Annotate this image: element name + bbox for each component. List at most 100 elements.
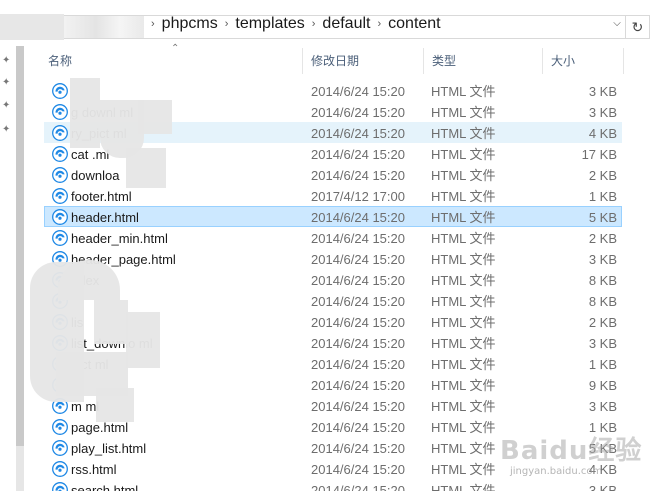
column-header: ⌃ 名称 修改日期 类型 大小 — [40, 43, 630, 74]
chevron-right-icon[interactable]: › — [148, 18, 158, 30]
column-name[interactable]: 名称 — [40, 48, 302, 74]
html-file-icon — [52, 419, 68, 435]
file-name[interactable]: header_min.html — [71, 228, 168, 249]
privacy-blur — [126, 312, 160, 368]
file-size: 5 KB — [588, 210, 617, 225]
file-name[interactable]: downloa — [71, 165, 119, 186]
file-size: 3 KB — [588, 399, 617, 414]
file-date: 2014/6/24 15:20 — [311, 273, 405, 288]
file-type: HTML 文件 — [431, 294, 496, 309]
file-date: 2014/6/24 15:20 — [311, 168, 405, 183]
explorer-window: › phpcms › templates › default › content… — [0, 0, 653, 491]
column-divider[interactable] — [623, 48, 624, 74]
file-date: 2014/6/24 15:20 — [311, 210, 405, 225]
address-blurred-segment — [64, 16, 144, 38]
refresh-icon[interactable]: ↻ — [626, 15, 650, 39]
pin-icon[interactable]: ✦ — [2, 78, 12, 88]
privacy-blur — [94, 300, 128, 344]
file-type: HTML 文件 — [431, 147, 496, 162]
column-type[interactable]: 类型 — [424, 48, 542, 74]
file-type: HTML 文件 — [431, 357, 496, 372]
chevron-right-icon[interactable]: › — [222, 18, 232, 30]
pin-icon[interactable]: ✦ — [2, 125, 12, 135]
file-date: 2014/6/24 15:20 — [311, 105, 405, 120]
file-size: 2 KB — [588, 231, 617, 246]
watermark: Baidu经验 jingyan.baidu.com — [500, 430, 650, 488]
html-file-icon — [52, 482, 68, 491]
file-size: 9 KB — [588, 378, 617, 393]
file-date: 2014/6/24 15:20 — [311, 378, 405, 393]
file-type: HTML 文件 — [431, 189, 496, 204]
file-size: 4 KB — [588, 126, 617, 141]
html-file-icon — [52, 83, 68, 99]
breadcrumb-item-phpcms[interactable]: phpcms — [158, 15, 222, 33]
file-type: HTML 文件 — [431, 315, 496, 330]
file-date: 2014/6/24 15:20 — [311, 420, 405, 435]
html-file-icon — [52, 209, 68, 225]
file-name[interactable]: footer.html — [71, 186, 132, 207]
file-date: 2014/6/24 15:20 — [311, 315, 405, 330]
column-size[interactable]: 大小 — [543, 48, 623, 74]
watermark-text: Baidu经验 — [500, 436, 643, 466]
file-date: 2014/6/24 15:20 — [311, 84, 405, 99]
privacy-blur — [0, 14, 64, 40]
file-date: 2014/6/24 15:20 — [311, 441, 405, 456]
file-type: HTML 文件 — [431, 420, 496, 435]
file-name[interactable]: rss.html — [71, 459, 117, 480]
file-row[interactable]: header_min.html 2014/6/24 15:20 HTML 文件 2 K… — [44, 227, 622, 248]
breadcrumb: › phpcms › templates › default › content — [148, 12, 445, 36]
file-date: 2014/6/24 15:20 — [311, 462, 405, 477]
file-size: 3 KB — [588, 252, 617, 267]
file-name[interactable]: search.html — [71, 480, 138, 491]
file-size: 2 KB — [588, 315, 617, 330]
file-size: 1 KB — [588, 189, 617, 204]
file-row[interactable]: footer.html 2017/4/12 17:00 HTML 文件 1 KB — [44, 185, 622, 206]
file-date: 2014/6/24 15:20 — [311, 147, 405, 162]
file-type: HTML 文件 — [431, 252, 496, 267]
html-file-icon — [52, 188, 68, 204]
file-type: HTML 文件 — [431, 210, 496, 225]
file-type: HTML 文件 — [431, 84, 496, 99]
file-size: 17 KB — [581, 147, 617, 162]
breadcrumb-item-content[interactable]: content — [384, 15, 444, 33]
file-date: 2014/6/24 15:20 — [311, 357, 405, 372]
file-row[interactable]: 2014/6/24 15:20 HTML 文件 3 KB — [44, 80, 622, 101]
chevron-right-icon[interactable]: › — [309, 18, 319, 30]
file-name[interactable]: play_list.html — [71, 438, 146, 459]
column-date[interactable]: 修改日期 — [303, 48, 423, 74]
navigation-scrollbar-track[interactable] — [16, 446, 24, 491]
file-date: 2014/6/24 15:20 — [311, 483, 405, 491]
breadcrumb-item-default[interactable]: default — [318, 15, 374, 33]
navigation-scrollbar[interactable] — [16, 46, 24, 446]
file-type: HTML 文件 — [431, 336, 496, 351]
file-type: HTML 文件 — [431, 105, 496, 120]
file-date: 2014/6/24 15:20 — [311, 336, 405, 351]
file-date: 2014/6/24 15:20 — [311, 294, 405, 309]
file-row[interactable]: header_page.html 2014/6/24 15:20 HTML 文件 3 … — [44, 248, 622, 269]
pin-icon[interactable]: ✦ — [2, 101, 12, 111]
file-size: 3 KB — [588, 84, 617, 99]
file-name[interactable]: header.html — [71, 207, 139, 228]
file-date: 2014/6/24 15:20 — [311, 252, 405, 267]
chevron-right-icon[interactable]: › — [374, 18, 384, 30]
html-file-icon — [52, 146, 68, 162]
html-file-icon — [52, 104, 68, 120]
file-row[interactable]: header.html 2014/6/24 15:20 HTML 文件 5 KB — [44, 206, 622, 227]
file-date: 2014/6/24 15:20 — [311, 126, 405, 141]
file-type: HTML 文件 — [431, 378, 496, 393]
file-type: HTML 文件 — [431, 399, 496, 414]
file-date: 2014/6/24 15:20 — [311, 231, 405, 246]
html-file-icon — [52, 440, 68, 456]
pin-icon[interactable]: ✦ — [2, 56, 12, 66]
file-row[interactable]: ndex2014/6/24 15:20HTML 文件8 KB — [44, 269, 622, 290]
address-bar: › phpcms › templates › default › content… — [0, 12, 653, 42]
breadcrumb-item-templates[interactable]: templates — [231, 15, 308, 33]
html-file-icon — [52, 230, 68, 246]
file-size: 3 KB — [588, 336, 617, 351]
file-type: HTML 文件 — [431, 126, 496, 141]
html-file-icon — [52, 461, 68, 477]
html-file-icon — [52, 167, 68, 183]
chevron-down-icon[interactable]: ⌵ — [609, 16, 625, 32]
file-row[interactable]: 2014/6/24 15:20 HTML 文件 8 KB — [44, 290, 622, 311]
watermark-url: jingyan.baidu.com — [510, 466, 603, 477]
